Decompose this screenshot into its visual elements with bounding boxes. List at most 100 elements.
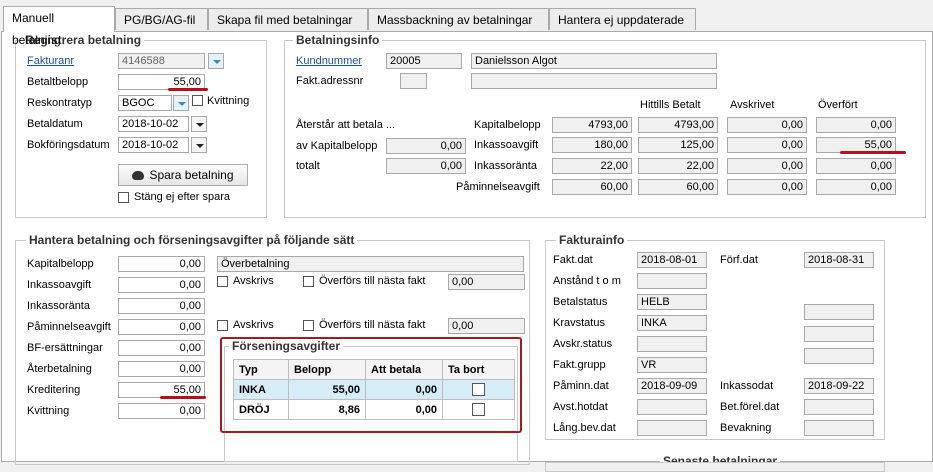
betalningsinfo-title: Betalningsinfo (293, 33, 383, 47)
tab-bar: Manuell betalning PG/BG/AG-fil Skapa fil… (0, 0, 933, 47)
langbevdat-label: Lång.bev.dat (553, 422, 616, 434)
avsthotdat-label: Avst.hotdat (553, 401, 608, 413)
av-kapitalbelopp-field: 0,00 (386, 138, 466, 154)
bokforingsdatum-field[interactable]: 2018-10-02 (118, 137, 189, 153)
col-overfort-header: Överfört (818, 99, 858, 111)
betaldatum-label: Betaldatum (27, 118, 83, 130)
bi-row-label: Inkassoränta (474, 160, 537, 172)
bi-belopp-field: 60,00 (552, 179, 632, 195)
tab-pg-bg-ag-fil[interactable]: PG/BG/AG-fil (115, 8, 208, 30)
faktadress-label: Fakt.adressnr (296, 75, 364, 87)
fakturanr-field[interactable]: 4146588 (118, 53, 205, 69)
stang-ej-checkbox[interactable] (118, 192, 129, 203)
kravstatus-field: INKA (637, 315, 707, 331)
hantera-row-label: Påminnelseavgift (27, 321, 111, 333)
avskrstatus-label: Avskr.status (553, 338, 613, 350)
tab-massbackning[interactable]: Massbackning av betalningar (368, 8, 549, 30)
avsthotdat-field (637, 399, 707, 415)
anstand-label: Anstånd t o m (553, 275, 621, 287)
inkassodat-field: 2018-09-22 (804, 378, 874, 394)
bi-overfort-field: 0,00 (816, 179, 896, 195)
hantera-row-field[interactable]: 0,00 (118, 403, 205, 419)
reskontratyp-dropdown-button[interactable] (173, 95, 189, 111)
betalstatus-label: Betalstatus (553, 296, 608, 308)
paminndat-field: 2018-09-09 (637, 378, 707, 394)
totalt-label: totalt (296, 160, 320, 172)
hantera-row-label: Inkassoavgift (27, 279, 92, 291)
avskrstatus-field (637, 336, 707, 352)
bi-avskrivet-field: 0,00 (727, 117, 807, 133)
totalt-field: 0,00 (386, 158, 466, 174)
highlight-underline (840, 151, 906, 154)
paminndat-label: Påminn.dat (553, 380, 609, 392)
kravstatus-label: Kravstatus (553, 317, 605, 329)
hantera-row-field[interactable]: 0,00 (118, 361, 205, 377)
extra-field (804, 304, 874, 320)
faktadress-field (400, 73, 427, 89)
hantera-row-label: Återbetalning (27, 363, 92, 375)
highlight-underline (168, 88, 208, 91)
highlight-underline (160, 396, 206, 399)
overfors-field: 0,00 (448, 274, 525, 290)
langbevdat-field (637, 420, 707, 436)
bi-hittills-field: 60,00 (638, 179, 718, 195)
hantera-row-field[interactable]: 0,00 (118, 298, 205, 314)
bi-avskrivet-field: 0,00 (727, 137, 807, 153)
senaste-betalningar-title: Senaste betalningar (660, 454, 781, 462)
forfdat-field: 2018-08-31 (804, 252, 874, 268)
hantera-row-label: Kapitalbelopp (27, 258, 94, 270)
bi-row-label: Kapitalbelopp (474, 119, 541, 131)
hantera-row-field[interactable]: 0,00 (118, 340, 205, 356)
faktgrupp-label: Fakt.grupp (553, 359, 606, 371)
avskrivs-checkbox[interactable] (217, 320, 228, 331)
betalstatus-field: HELB (637, 294, 707, 310)
betaldatum-field[interactable]: 2018-10-02 (118, 116, 189, 132)
bokforingsdatum-calendar-button[interactable] (191, 137, 207, 153)
kundnummer-link[interactable]: Kundnummer (296, 55, 362, 67)
fakturanr-dropdown-button[interactable] (208, 53, 224, 69)
col-hittills-header: Hittills Betalt (640, 99, 701, 111)
bi-hittills-field: 125,00 (638, 137, 718, 153)
avskrivs-label: Avskrivs (233, 319, 274, 331)
spara-betalning-button[interactable]: Spara betalning (118, 164, 248, 186)
avskrivs-label: Avskrivs (233, 275, 274, 287)
tab-skapa-fil[interactable]: Skapa fil med betalningar (208, 8, 368, 30)
betforeldat-field (804, 399, 874, 415)
faktdat-field: 2018-08-01 (637, 252, 707, 268)
bi-hittills-field: 22,00 (638, 158, 718, 174)
bi-row-label: Inkassoavgift (474, 139, 539, 151)
col-avskrivet-header: Avskrivet (730, 99, 775, 111)
reskontratyp-select[interactable]: BGOC (118, 95, 172, 111)
stang-ej-label: Stäng ej efter spara (134, 191, 231, 203)
overfors-label: Överförs till nästa fakt (319, 319, 426, 331)
hantera-row-field[interactable]: 0,00 (118, 277, 205, 293)
avskrivs-checkbox[interactable] (217, 276, 228, 287)
hantera-row-field[interactable]: 0,00 (118, 256, 205, 272)
overfors-checkbox[interactable] (303, 276, 314, 287)
overfors-label: Överförs till nästa fakt (319, 275, 426, 287)
overfors-checkbox[interactable] (303, 320, 314, 331)
overbetalning-field: Överbetalning (217, 256, 524, 272)
tab-hantera-ej-uppdaterade[interactable]: Hantera ej uppdaterade (549, 8, 696, 30)
bi-overfort-field: 0,00 (816, 117, 896, 133)
bi-avskrivet-field: 0,00 (727, 158, 807, 174)
extra-field (804, 348, 874, 364)
senaste-betalningar-group (545, 462, 885, 472)
faktadress-text-field (471, 73, 717, 89)
anstand-field (637, 273, 707, 289)
hantera-row-field[interactable]: 0,00 (118, 319, 205, 335)
extra-field (804, 326, 874, 342)
betforeldat-label: Bet.förel.dat (720, 401, 780, 413)
betaldatum-calendar-button[interactable] (191, 116, 207, 132)
fakturanr-link[interactable]: Fakturanr (27, 55, 74, 67)
tab-manuell-betalning[interactable]: Manuell betalning (3, 6, 115, 47)
overfors-field: 0,00 (448, 318, 525, 334)
kvittning-label: Kvittning (207, 95, 250, 107)
bi-belopp-field: 22,00 (552, 158, 632, 174)
kundnummer-field[interactable]: 20005 (386, 53, 462, 69)
fakturainfo-title: Fakturainfo (556, 233, 628, 247)
bi-hittills-field: 4793,00 (638, 117, 718, 133)
kvittning-checkbox[interactable] (192, 95, 203, 106)
betaltbelopp-label: Betaltbelopp (27, 76, 89, 88)
faktdat-label: Fakt.dat (553, 254, 593, 266)
